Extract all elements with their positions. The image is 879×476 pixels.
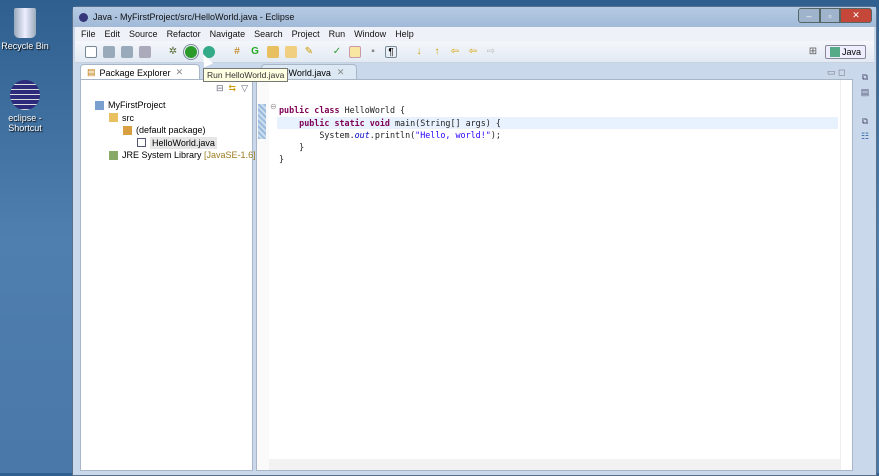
tab-package-explorer[interactable]: ▤ Package Explorer ✕ (80, 64, 200, 80)
maximize-button[interactable]: ▫ (820, 8, 840, 23)
close-button[interactable]: ✕ (840, 8, 872, 23)
tree-item-jre-library[interactable]: JRE System Library [JavaSE-1.6] (95, 149, 256, 162)
restore-icon[interactable]: ⧉ (856, 70, 874, 85)
fold-icon[interactable]: ⊖ (270, 102, 277, 111)
code-line: public class HelloWorld { (279, 105, 406, 116)
toggle-mark-occurrences-icon[interactable] (349, 45, 361, 58)
previous-annotation-icon[interactable]: ↑ (431, 46, 443, 58)
block-selection-icon[interactable]: ▪ (367, 46, 379, 58)
project-icon (95, 100, 104, 110)
show-whitespace-icon[interactable]: ¶ (385, 45, 397, 58)
package-explorer-icon: ▤ (87, 67, 96, 77)
editor: ⊖ public class HelloWorld { public stati… (256, 79, 853, 471)
view-menu-icon[interactable]: ▽ (241, 83, 248, 94)
eclipse-icon (79, 12, 88, 22)
eclipse-window: Java - MyFirstProject/src/HelloWorld.jav… (72, 6, 877, 476)
java-file-icon (137, 138, 146, 148)
new-icon[interactable] (85, 45, 97, 58)
code-area[interactable]: public class HelloWorld { public static … (279, 92, 501, 190)
desktop-icon-label: Recycle Bin (1, 41, 49, 51)
debug-icon[interactable]: ✲ (167, 46, 179, 58)
right-trim-stack: ⧉ ▤ ⧉ ☷ (856, 70, 874, 210)
eclipse-icon (10, 80, 40, 110)
vertical-scrollbar[interactable] (840, 80, 852, 470)
source-folder-icon (109, 113, 118, 123)
outline-icon[interactable]: ☷ (856, 129, 874, 144)
next-annotation-icon[interactable]: ↓ (413, 46, 425, 58)
forward-icon[interactable]: ⇨ (485, 46, 497, 58)
menu-run[interactable]: Run (329, 29, 346, 39)
code-line: System.out.println("Hello, world!"); (279, 129, 501, 140)
annotation-icon[interactable]: ✓ (331, 46, 343, 58)
menu-window[interactable]: Window (354, 29, 386, 39)
desktop-icon-recycle-bin[interactable]: Recycle Bin (0, 8, 50, 51)
collapse-all-icon[interactable]: ⊟ (216, 83, 224, 94)
menu-file[interactable]: File (81, 29, 96, 39)
close-icon[interactable]: ✕ (337, 67, 345, 78)
desktop-icon-eclipse[interactable]: eclipse - Shortcut (0, 80, 50, 133)
code-line: public static void main(String[] args) { (299, 117, 501, 128)
tree-item-src[interactable]: src (95, 112, 256, 125)
last-edit-location-icon[interactable]: ⇦ (449, 46, 461, 58)
tree-item-helloworld-java[interactable]: HelloWorld.java (95, 136, 256, 149)
save-icon[interactable] (103, 45, 115, 58)
window-title: Java - MyFirstProject/src/HelloWorld.jav… (93, 12, 295, 22)
new-java-class-icon[interactable]: G (249, 46, 261, 58)
desktop-icon-label: eclipse - Shortcut (8, 113, 42, 133)
menu-source[interactable]: Source (129, 29, 158, 39)
minimize-button[interactable]: – (798, 8, 820, 23)
back-icon[interactable]: ⇦ (467, 46, 479, 58)
title-bar: Java - MyFirstProject/src/HelloWorld.jav… (73, 7, 876, 27)
minimize-view-icon[interactable]: ▭ (827, 67, 836, 77)
print-icon[interactable] (139, 45, 151, 58)
horizontal-scrollbar[interactable] (269, 459, 840, 470)
menu-help[interactable]: Help (395, 29, 414, 39)
java-perspective-button[interactable]: Java (824, 44, 866, 59)
tree-item-project[interactable]: MyFirstProject (95, 99, 256, 112)
menu-navigate[interactable]: Navigate (210, 29, 246, 39)
link-with-editor-icon[interactable]: ⇆ (229, 83, 237, 94)
restore-icon[interactable]: ⧉ (856, 114, 874, 129)
menu-refactor[interactable]: Refactor (167, 29, 201, 39)
perspective-label: Java (841, 46, 861, 57)
pencil-icon[interactable]: ✎ (303, 46, 315, 58)
menu-bar: File Edit Source Refactor Navigate Searc… (75, 27, 874, 41)
package-explorer: ⊟ ⇆ ▽ MyFirstProject src (default packag… (80, 79, 256, 471)
change-marker (258, 104, 266, 139)
tooltip: Run HelloWorld.java (203, 68, 289, 82)
code-line: } (279, 142, 305, 153)
task-list-icon[interactable]: ▤ (856, 85, 874, 100)
project-tree: MyFirstProject src (default package) Hel… (95, 99, 256, 162)
new-java-package-icon[interactable]: # (231, 46, 243, 58)
open-perspective-icon[interactable]: ⊞ (807, 46, 819, 58)
java-perspective-icon (829, 46, 840, 57)
search-icon[interactable] (285, 45, 297, 58)
menu-project[interactable]: Project (292, 29, 320, 39)
library-icon (109, 150, 118, 160)
recycle-bin-icon (14, 8, 36, 38)
code-line: } (279, 154, 285, 165)
close-icon[interactable]: ✕ (176, 67, 184, 78)
run-button[interactable] (183, 43, 199, 60)
maximize-view-icon[interactable]: ◻ (838, 67, 845, 77)
menu-edit[interactable]: Edit (105, 29, 121, 39)
package-icon (123, 125, 132, 135)
open-type-icon[interactable] (267, 45, 279, 58)
main-toolbar: ✲ # G ✎ ✓ ▪ ¶ ↓ ↑ ⇦ ⇦ ⇨ ⊞ Java (75, 41, 874, 63)
save-all-icon[interactable] (121, 45, 133, 58)
menu-search[interactable]: Search (254, 29, 283, 39)
tree-item-default-package[interactable]: (default package) (95, 124, 256, 137)
